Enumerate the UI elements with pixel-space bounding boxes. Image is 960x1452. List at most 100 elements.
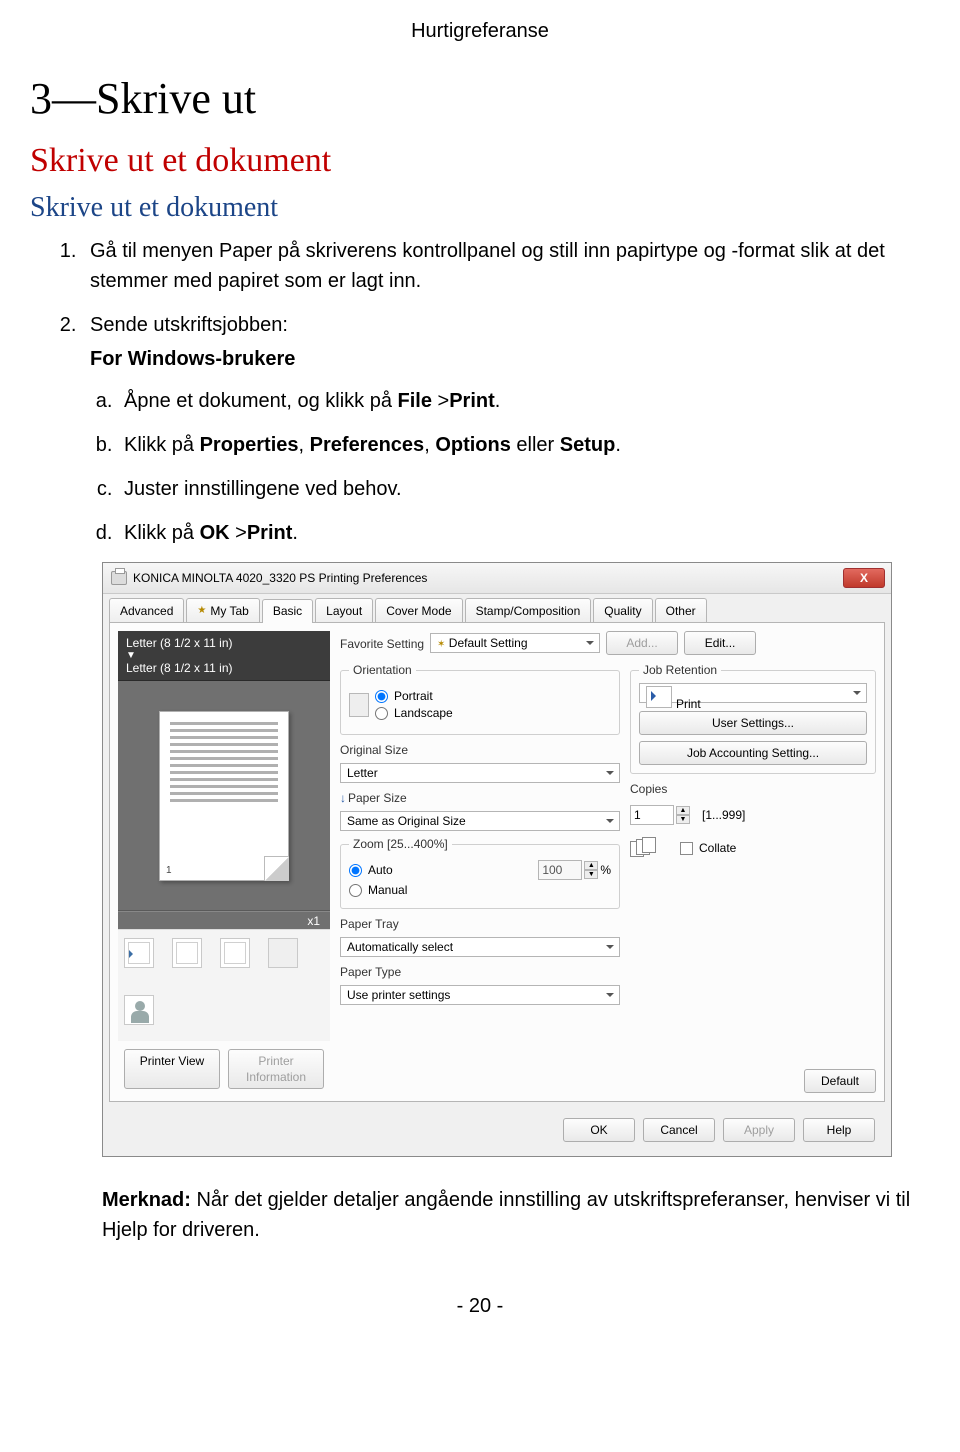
collate-icon xyxy=(630,837,656,859)
printer-view-button[interactable]: Printer View xyxy=(124,1049,220,1089)
txt-bold: Preferences xyxy=(310,434,425,456)
list-item: Åpne et dokument, og klikk på File >Prin… xyxy=(118,386,920,416)
paper-size-combo[interactable]: Same as Original Size xyxy=(340,811,620,831)
copies-input[interactable] xyxy=(630,805,674,825)
txt: , xyxy=(424,434,435,456)
user-icon[interactable] xyxy=(124,995,154,1025)
txt: Klikk på xyxy=(124,434,200,456)
paper-tray-combo[interactable]: Automatically select xyxy=(340,937,620,957)
apply-button[interactable]: Apply xyxy=(723,1118,795,1142)
txt-bold: Print xyxy=(449,390,495,412)
collate-checkbox[interactable] xyxy=(680,842,693,855)
job-retention-panel: Job Retention Print User Settings... Job… xyxy=(630,663,876,774)
txt: . xyxy=(495,390,501,412)
help-button[interactable]: Help xyxy=(803,1118,875,1142)
note-bold: Merknad: xyxy=(102,1189,191,1211)
default-button[interactable]: Default xyxy=(804,1069,876,1093)
step2-text: Sende utskriftsjobben: xyxy=(90,314,288,336)
layout-icon[interactable] xyxy=(124,938,154,968)
orientation-legend: Orientation xyxy=(349,663,416,677)
spin-up[interactable]: ▲ xyxy=(676,806,690,815)
portrait-radio[interactable] xyxy=(375,690,388,703)
tab-stamp[interactable]: Stamp/Composition xyxy=(465,598,592,622)
chevron-down-icon: ▼ xyxy=(126,650,322,661)
page-preview: 1 xyxy=(118,681,330,911)
paper-size-label: Paper Size xyxy=(348,791,407,805)
tab-layout[interactable]: Layout xyxy=(315,598,373,622)
print-icon xyxy=(646,686,672,708)
job-accounting-button[interactable]: Job Accounting Setting... xyxy=(639,741,867,765)
spin-down[interactable]: ▼ xyxy=(676,815,690,824)
titlebar[interactable]: KONICA MINOLTA 4020_3320 PS Printing Pre… xyxy=(103,563,891,594)
list-item: Gå til menyen Paper på skriverens kontro… xyxy=(82,236,920,296)
txt-bold: Options xyxy=(435,434,511,456)
tab-mytab[interactable]: ★ My Tab xyxy=(186,598,259,622)
zoom-auto-label: Auto xyxy=(368,863,393,877)
page-header: Hurtigreferanse xyxy=(30,20,930,43)
tab-other[interactable]: Other xyxy=(655,598,707,622)
user-settings-button[interactable]: User Settings... xyxy=(639,711,867,735)
paper-type-label: Paper Type xyxy=(340,965,620,979)
txt-bold: Print xyxy=(247,522,293,544)
job-retention-combo[interactable]: Print xyxy=(639,683,867,703)
list-item: Klikk på OK >Print. xyxy=(118,518,920,548)
tab-advanced[interactable]: Advanced xyxy=(109,598,184,622)
doc-icon[interactable] xyxy=(172,938,202,968)
size-line1: Letter (8 1/2 x 11 in) xyxy=(126,636,322,650)
tab-strip: Advanced ★ My Tab Basic Layout Cover Mode… xyxy=(103,594,891,622)
list-item: Sende utskriftsjobben: For Windows-bruke… xyxy=(82,310,920,548)
txt: . xyxy=(292,522,298,544)
tab-quality[interactable]: Quality xyxy=(593,598,652,622)
landscape-radio[interactable] xyxy=(375,707,388,720)
portrait-label: Portrait xyxy=(394,689,433,703)
paper-tray-label: Paper Tray xyxy=(340,917,620,931)
landscape-label: Landscape xyxy=(394,706,453,720)
tab-basic[interactable]: Basic xyxy=(262,599,313,623)
blank-icon[interactable] xyxy=(268,938,298,968)
star-icon: ★ xyxy=(197,604,206,618)
txt: . xyxy=(615,434,621,456)
copies-range: [1...999] xyxy=(702,808,745,822)
favorite-value: Default Setting xyxy=(449,636,528,650)
preview-header: Letter (8 1/2 x 11 in) ▼ Letter (8 1/2 x… xyxy=(118,631,330,681)
note-text: Når det gjelder detaljer angående innsti… xyxy=(102,1189,910,1241)
original-size-label: Original Size xyxy=(340,743,620,757)
txt-bold: Setup xyxy=(560,434,616,456)
orientation-panel: Orientation Portrait Landscape xyxy=(340,663,620,735)
favorite-label: Favorite Setting xyxy=(340,637,424,651)
txt: Klikk på xyxy=(124,522,200,544)
txt: > xyxy=(230,522,247,544)
zoom-legend: Zoom [25...400%] xyxy=(349,837,452,851)
add-button[interactable]: Add... xyxy=(606,631,678,655)
printer-info-button[interactable]: Printer Information xyxy=(228,1049,324,1089)
zoom-panel: Zoom [25...400%] Auto ▲▼ % Manual xyxy=(340,837,620,909)
paper-type-combo[interactable]: Use printer settings xyxy=(340,985,620,1005)
edit-button[interactable]: Edit... xyxy=(684,631,756,655)
zoom-auto-radio[interactable] xyxy=(349,864,362,877)
arrow-down-icon: ↓ xyxy=(340,791,346,805)
zoom-input[interactable] xyxy=(538,860,582,880)
chapter-title: 3—Skrive ut xyxy=(30,73,930,124)
close-button[interactable]: X xyxy=(843,568,885,588)
zoom-manual-label: Manual xyxy=(368,883,407,897)
icon-row xyxy=(118,929,330,1041)
doc-icon-2[interactable] xyxy=(220,938,250,968)
spin-up[interactable]: ▲ xyxy=(584,861,598,870)
txt-bold: File xyxy=(398,390,432,412)
collate-label: Collate xyxy=(699,841,736,855)
tab-label: My Tab xyxy=(210,604,248,618)
preview-footer: x1 xyxy=(118,911,330,929)
original-size-combo[interactable]: Letter xyxy=(340,763,620,783)
favorite-combo[interactable]: ✶ Default Setting xyxy=(430,633,600,653)
spin-down[interactable]: ▼ xyxy=(584,870,598,879)
dialog-title: KONICA MINOLTA 4020_3320 PS Printing Pre… xyxy=(133,571,427,585)
pct-label: % xyxy=(600,863,611,877)
job-value: Print xyxy=(676,697,701,711)
cancel-button[interactable]: Cancel xyxy=(643,1118,715,1142)
ok-button[interactable]: OK xyxy=(563,1118,635,1142)
tab-covermode[interactable]: Cover Mode xyxy=(375,598,462,622)
zoom-manual-radio[interactable] xyxy=(349,884,362,897)
portrait-icon xyxy=(349,693,369,717)
copies-label: Copies xyxy=(630,782,876,796)
job-legend: Job Retention xyxy=(639,663,721,677)
